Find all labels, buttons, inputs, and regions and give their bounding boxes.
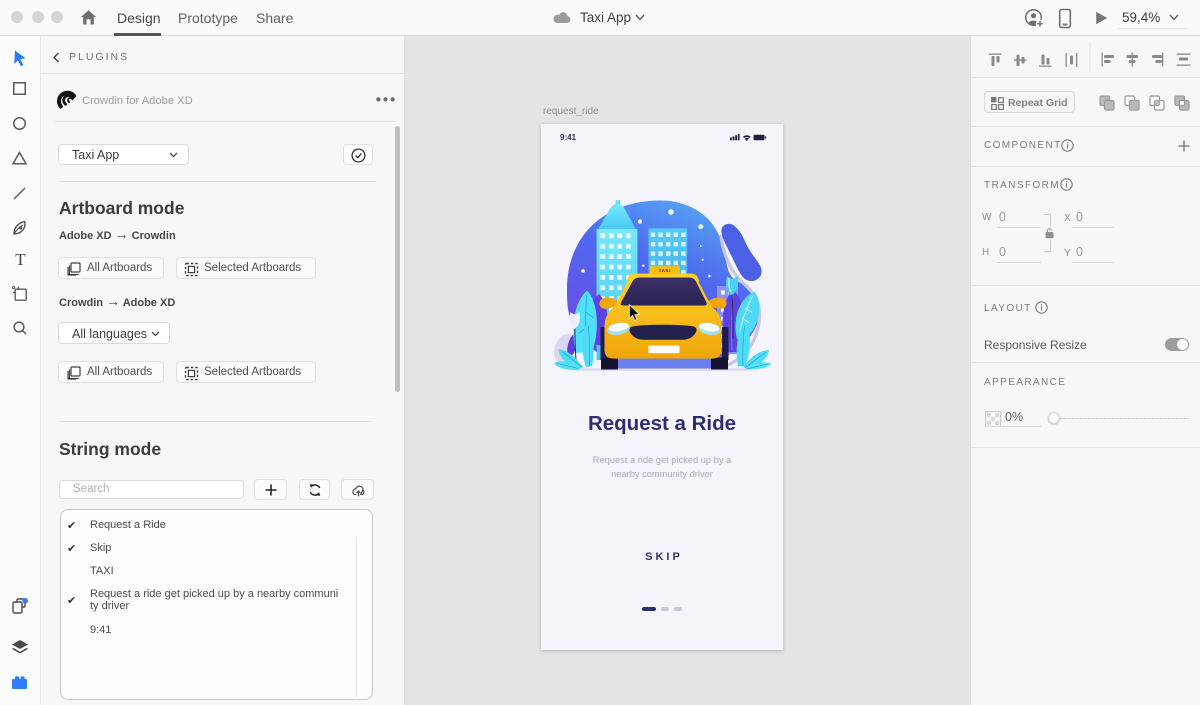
svg-text:9:41: 9:41 — [560, 133, 577, 142]
svg-text:TAXI: TAXI — [659, 268, 671, 273]
